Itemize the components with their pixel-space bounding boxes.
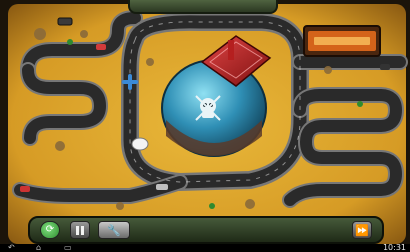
pause-icon — [75, 225, 85, 235]
bottom-hud: ⟳ 🔧 ⏩ — [28, 216, 384, 244]
vehicle — [96, 44, 106, 50]
billboard-sign — [303, 25, 381, 57]
top-hud-bar — [128, 0, 278, 14]
vehicle — [20, 186, 30, 192]
tool-button[interactable]: 🔧 — [98, 221, 130, 239]
game-screen: ⟳ 🔧 ⏩ ↶ ⌂ ▭ 10:31 — [0, 0, 410, 252]
speed-button[interactable]: ⟳ — [40, 221, 60, 239]
system-nav-bar: ↶ ⌂ ▭ 10:31 — [0, 243, 410, 252]
white-saucer — [131, 137, 149, 151]
fast-forward-icon: ⏩ — [355, 223, 369, 237]
home-icon[interactable]: ⌂ — [36, 243, 41, 252]
vehicle — [380, 64, 390, 70]
green-arrows-icon: ⟳ — [45, 224, 55, 235]
vehicle — [156, 184, 168, 190]
back-icon[interactable]: ↶ — [8, 243, 15, 252]
vehicle — [57, 17, 73, 26]
clock: 10:31 — [382, 243, 406, 252]
tool-icon: 🔧 — [107, 223, 121, 237]
pause-button[interactable] — [70, 221, 90, 239]
recent-apps-icon[interactable]: ▭ — [64, 243, 72, 252]
game-board[interactable] — [0, 0, 410, 252]
fast-forward-button[interactable]: ⏩ — [352, 221, 372, 239]
